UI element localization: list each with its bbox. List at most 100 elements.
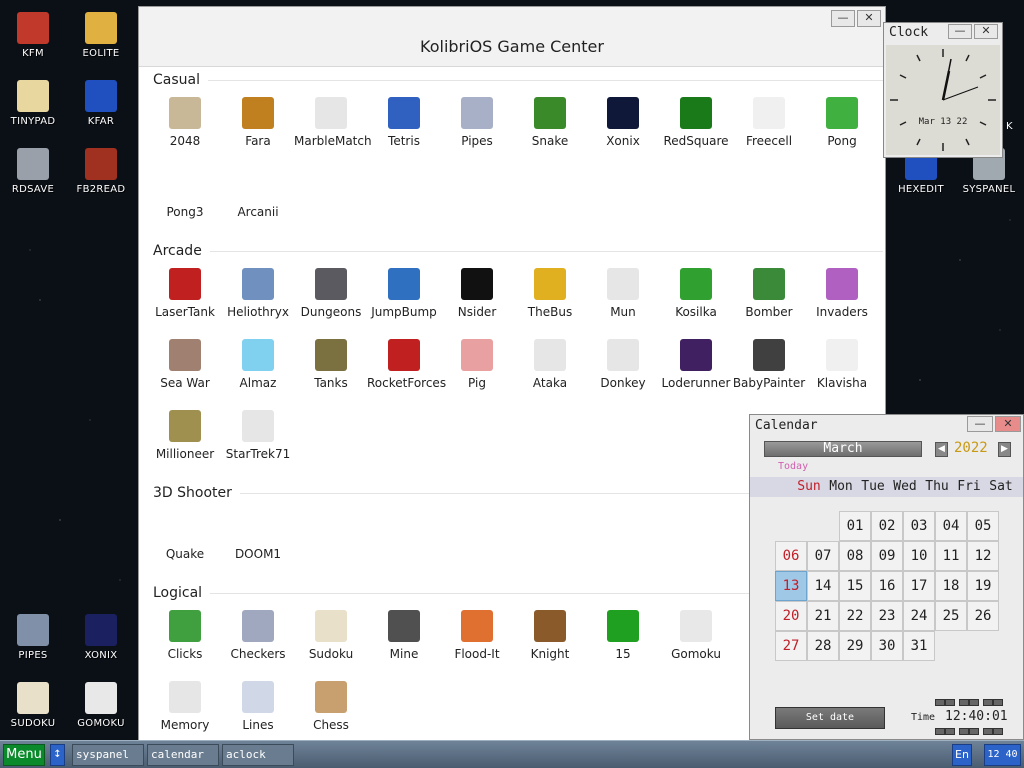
game-2048[interactable]: 2048 [148,97,222,148]
language-indicator[interactable]: En [952,744,972,766]
day-cell[interactable]: 22 [839,601,871,631]
game-mine[interactable]: Mine [367,610,441,661]
day-cell[interactable]: 21 [807,601,839,631]
day-cell[interactable]: 23 [871,601,903,631]
game-heliothryx[interactable]: Heliothryx [221,268,295,319]
day-cell[interactable]: 01 [839,511,871,541]
game-tanks[interactable]: Tanks [294,339,368,390]
desktop-icon-gomoku[interactable]: GOMOKU [68,682,134,729]
day-cell[interactable]: 30 [871,631,903,661]
second-down-spinner[interactable] [983,728,993,735]
month-selector[interactable]: March [764,441,922,457]
game-checkers[interactable]: Checkers [221,610,295,661]
hour-down-spinner[interactable] [935,728,945,735]
game-snake[interactable]: Snake [513,97,587,148]
calendar-minimize-button[interactable]: — [967,416,993,432]
day-cell[interactable]: 26 [967,601,999,631]
day-cell[interactable]: 28 [807,631,839,661]
desktop-icon-tinypad[interactable]: TINYPAD [0,80,66,127]
game-chess[interactable]: Chess [294,681,368,732]
calendar-close-button[interactable]: ✕ [995,416,1021,432]
game-donkey[interactable]: Donkey [586,339,660,390]
day-cell[interactable]: 16 [871,571,903,601]
game-mun[interactable]: Mun [586,268,660,319]
game-millioneer[interactable]: Millioneer [148,410,222,461]
desktop-icon-fb2read[interactable]: FB2READ [68,148,134,195]
day-cell[interactable]: 03 [903,511,935,541]
day-cell[interactable]: 25 [935,601,967,631]
game-invaders[interactable]: Invaders [805,268,879,319]
day-cell[interactable]: 19 [967,571,999,601]
game-rocketforces[interactable]: RocketForces [367,339,446,390]
game-babypainter[interactable]: BabyPainter [732,339,806,390]
close-button[interactable]: ✕ [857,10,881,27]
game-tetris[interactable]: Tetris [367,97,441,148]
game-redsquare[interactable]: RedSquare [659,97,733,148]
day-cell[interactable]: 02 [871,511,903,541]
game-quake[interactable]: Quake [148,510,222,561]
day-cell[interactable]: 17 [903,571,935,601]
day-cell[interactable]: 08 [839,541,871,571]
game-15[interactable]: 15 [586,610,660,661]
minute-down-spinner[interactable] [959,728,969,735]
game-lines[interactable]: Lines [221,681,295,732]
task-syspanel[interactable]: syspanel [72,744,144,766]
game-doom1[interactable]: DOOM1 [221,510,295,561]
menu-button[interactable]: Menu [3,744,45,766]
desktop-icon-rdsave[interactable]: RDSAVE [0,148,66,195]
prev-year-button[interactable]: ◀ [935,442,948,457]
hour-down-spinner[interactable] [945,728,955,735]
clock-minimize-button[interactable]: — [948,24,972,39]
desktop-icon-sudoku[interactable]: SUDOKU [0,682,66,729]
day-cell[interactable]: 09 [871,541,903,571]
day-cell[interactable]: 18 [935,571,967,601]
game-klavisha[interactable]: Klavisha [805,339,879,390]
minimize-button[interactable]: — [831,10,855,27]
desktop-icon-eolite[interactable]: EOLITE [68,12,134,59]
game-freecell[interactable]: Freecell [732,97,806,148]
game-marblematch[interactable]: MarbleMatch [294,97,372,148]
day-cell[interactable]: 14 [807,571,839,601]
day-cell[interactable]: 15 [839,571,871,601]
game-nsider[interactable]: Nsider [440,268,514,319]
day-cell[interactable]: 11 [935,541,967,571]
desktop-icon-xonix[interactable]: XONIX [68,614,134,661]
game-loderunner[interactable]: Loderunner [659,339,733,390]
game-bomber[interactable]: Bomber [732,268,806,319]
game-knight[interactable]: Knight [513,610,587,661]
game-flood-it[interactable]: Flood-It [440,610,514,661]
game-pipes[interactable]: Pipes [440,97,514,148]
day-cell[interactable]: 20 [775,601,807,631]
game-memory[interactable]: Memory [148,681,222,732]
game-pong[interactable]: Pong [805,97,879,148]
hour-up-spinner[interactable] [945,699,955,706]
game-startrek71[interactable]: StarTrek71 [221,410,295,461]
game-fara[interactable]: Fara [221,97,295,148]
day-cell[interactable]: 10 [903,541,935,571]
game-pong3[interactable]: Pong3 [148,168,222,219]
hour-up-spinner[interactable] [935,699,945,706]
taskbar-clock[interactable]: 12 40 [984,744,1021,766]
day-cell[interactable]: 13 [775,571,807,601]
game-almaz[interactable]: Almaz [221,339,295,390]
game-kosilka[interactable]: Kosilka [659,268,733,319]
game-lasertank[interactable]: LaserTank [148,268,222,319]
minute-down-spinner[interactable] [969,728,979,735]
clock-close-button[interactable]: ✕ [974,24,998,39]
minute-up-spinner[interactable] [959,699,969,706]
today-link[interactable]: Today [778,461,808,472]
day-cell[interactable]: 05 [967,511,999,541]
game-dungeons[interactable]: Dungeons [294,268,368,319]
day-cell[interactable]: 06 [775,541,807,571]
day-cell[interactable]: 04 [935,511,967,541]
game-xonix[interactable]: Xonix [586,97,660,148]
desktop-icon-kfm[interactable]: KFM [0,12,66,59]
game-gomoku[interactable]: Gomoku [659,610,733,661]
game-pig[interactable]: Pig [440,339,514,390]
second-down-spinner[interactable] [993,728,1003,735]
game-arcanii[interactable]: Arcanii [221,168,295,219]
day-cell[interactable]: 07 [807,541,839,571]
second-up-spinner[interactable] [983,699,993,706]
game-sudoku[interactable]: Sudoku [294,610,368,661]
day-cell[interactable]: 12 [967,541,999,571]
